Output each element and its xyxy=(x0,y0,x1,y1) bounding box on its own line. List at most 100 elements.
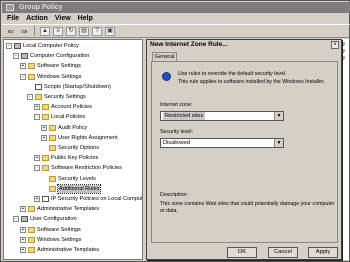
tree-item-label: Software Settings xyxy=(37,63,81,70)
toolbar: ⇐ ⇒ ▲ ≡ ↻ ▤ ? ▣ xyxy=(2,24,350,38)
tree-item-label: Administrative Templates xyxy=(37,206,100,213)
menu-view[interactable]: View xyxy=(54,13,77,24)
group-policy-window: Group Policy File Action View Help ⇐ ⇒ ▲… xyxy=(0,0,350,262)
cancel-button[interactable]: Cancel xyxy=(268,247,298,258)
forward-icon[interactable]: ⇒ xyxy=(18,26,30,37)
tree-item[interactable]: - Windows Settings xyxy=(20,73,81,81)
menu-bar: File Action View Help xyxy=(2,13,350,24)
tree-item[interactable]: + Administrative Templates xyxy=(20,205,99,213)
tree-item[interactable]: - Software Restriction Policies xyxy=(34,164,122,172)
tree-item-label: Audit Policy xyxy=(58,124,88,131)
tree-item[interactable]: + Public Key Policies xyxy=(34,154,98,162)
tree-item[interactable]: + User Rights Assignment xyxy=(41,134,118,142)
expand-icon[interactable]: + xyxy=(34,196,40,202)
level-label: Security level: xyxy=(160,129,193,135)
expand-icon[interactable]: + xyxy=(34,104,40,111)
folder-icon xyxy=(35,94,42,100)
zone-select-value: Restricted sites xyxy=(163,112,206,120)
info-icon xyxy=(162,72,171,81)
export-icon[interactable]: ▤ xyxy=(79,26,89,36)
expand-icon[interactable]: + xyxy=(41,124,47,131)
apply-button[interactable]: Apply xyxy=(308,247,338,258)
collapse-icon[interactable]: - xyxy=(34,165,40,172)
console-icon[interactable]: ▣ xyxy=(105,26,115,36)
tree-item-label: User Configuration xyxy=(30,216,77,223)
folder-icon xyxy=(42,104,49,111)
folder-icon xyxy=(28,247,35,253)
tree-item-label: Security Options xyxy=(58,145,100,151)
tree-item[interactable]: - Local Computer Policy xyxy=(6,42,79,50)
chevron-down-icon[interactable]: ▼ xyxy=(274,112,283,120)
collapse-icon[interactable]: - xyxy=(6,43,12,49)
menu-file[interactable]: File xyxy=(6,13,25,24)
new-internet-zone-rule-dialog: New Internet Zone Rule... × General Use … xyxy=(146,39,342,260)
tree-item-label: IP Security Policies on Local Computer xyxy=(51,196,143,202)
tree-item-label: Account Policies xyxy=(51,104,93,111)
expand-icon[interactable]: + xyxy=(20,206,26,213)
tree-item-label: Windows Settings xyxy=(37,236,82,243)
chevron-down-icon[interactable]: ▼ xyxy=(274,139,283,147)
tree-item[interactable]: - Security Settings xyxy=(27,93,86,101)
tree-item[interactable]: Security Levels xyxy=(41,175,96,183)
collapse-icon[interactable]: - xyxy=(13,216,19,223)
expand-icon[interactable]: + xyxy=(20,247,26,253)
tree-item[interactable]: + Windows Settings xyxy=(20,236,81,244)
folder-icon xyxy=(28,236,35,243)
rule-applies-text: This rule applies to software installed … xyxy=(178,79,325,85)
tree-item-label: Local Computer Policy xyxy=(23,43,79,49)
refresh-icon[interactable]: ↻ xyxy=(66,26,76,36)
collapse-icon[interactable]: - xyxy=(34,114,40,121)
ok-button[interactable]: OK xyxy=(227,247,257,258)
title-bar: Group Policy xyxy=(2,2,350,13)
tree-item-label: Local Policies xyxy=(51,114,86,121)
folder-icon xyxy=(49,185,56,192)
tree-item[interactable]: Scripts (Startup/Shutdown) xyxy=(27,83,111,91)
tree-item-label: Software Settings xyxy=(37,226,81,233)
folder-icon xyxy=(42,155,49,162)
properties-icon[interactable]: ≡ xyxy=(53,26,63,36)
collapse-icon[interactable]: - xyxy=(20,73,26,80)
folder-icon xyxy=(28,73,35,80)
help-icon[interactable]: ? xyxy=(92,26,102,36)
folder-icon xyxy=(28,206,35,213)
folder-icon xyxy=(42,114,49,121)
expand-icon[interactable]: + xyxy=(34,155,40,162)
expand-icon[interactable]: + xyxy=(20,236,26,243)
up-icon[interactable]: ▲ xyxy=(40,26,50,36)
close-icon[interactable]: × xyxy=(331,41,339,49)
description-box: Description: This zone contains Web site… xyxy=(160,192,335,226)
security-level-value: Disallowed xyxy=(163,140,191,146)
policy-icon xyxy=(42,196,49,202)
tree-item[interactable]: + Account Policies xyxy=(34,103,92,111)
tree-item-label: Software Restriction Policies xyxy=(51,165,122,172)
tree-item[interactable]: + Software Settings xyxy=(20,62,81,70)
description-label: Description: xyxy=(160,192,188,198)
tree-item[interactable]: + Administrative Templates xyxy=(20,246,99,254)
tree-item[interactable]: - Computer Configuration xyxy=(13,52,89,60)
expand-icon[interactable]: + xyxy=(20,226,26,233)
tree-item[interactable]: Security Options xyxy=(41,144,99,152)
zone-select[interactable]: Restricted sites ▼ xyxy=(160,111,284,121)
tree-item-label: Security Settings xyxy=(44,94,86,100)
menu-action[interactable]: Action xyxy=(25,13,54,24)
rule-intro-text: Use rules to override the default securi… xyxy=(178,71,287,77)
expand-icon[interactable]: + xyxy=(41,134,47,141)
general-panel: Use rules to override the default securi… xyxy=(151,61,338,243)
tree-item-label: Scripts (Startup/Shutdown) xyxy=(44,83,111,90)
tree-item[interactable]: - User Configuration xyxy=(13,215,77,223)
tree-item[interactable]: + IP Security Policies on Local Computer xyxy=(34,195,143,203)
menu-help[interactable]: Help xyxy=(77,13,99,24)
expand-icon[interactable]: + xyxy=(20,63,26,70)
tree-item[interactable]: Additional Rules xyxy=(41,183,102,194)
console-tree[interactable]: - Local Computer Policy - Computer Configur… xyxy=(3,39,143,260)
collapse-icon[interactable]: - xyxy=(13,53,19,60)
tree-item-label: Security Levels xyxy=(58,175,96,182)
collapse-icon[interactable]: - xyxy=(27,94,33,100)
tree-item-label: Additional Rules xyxy=(56,183,102,194)
security-level-select[interactable]: Disallowed ▼ xyxy=(160,138,284,148)
folder-icon xyxy=(49,145,56,151)
back-icon[interactable]: ⇐ xyxy=(5,26,17,37)
tree-item[interactable]: + Audit Policy xyxy=(41,124,87,132)
tree-item[interactable]: + Software Settings xyxy=(20,226,81,234)
tree-item[interactable]: - Local Policies xyxy=(34,113,85,121)
